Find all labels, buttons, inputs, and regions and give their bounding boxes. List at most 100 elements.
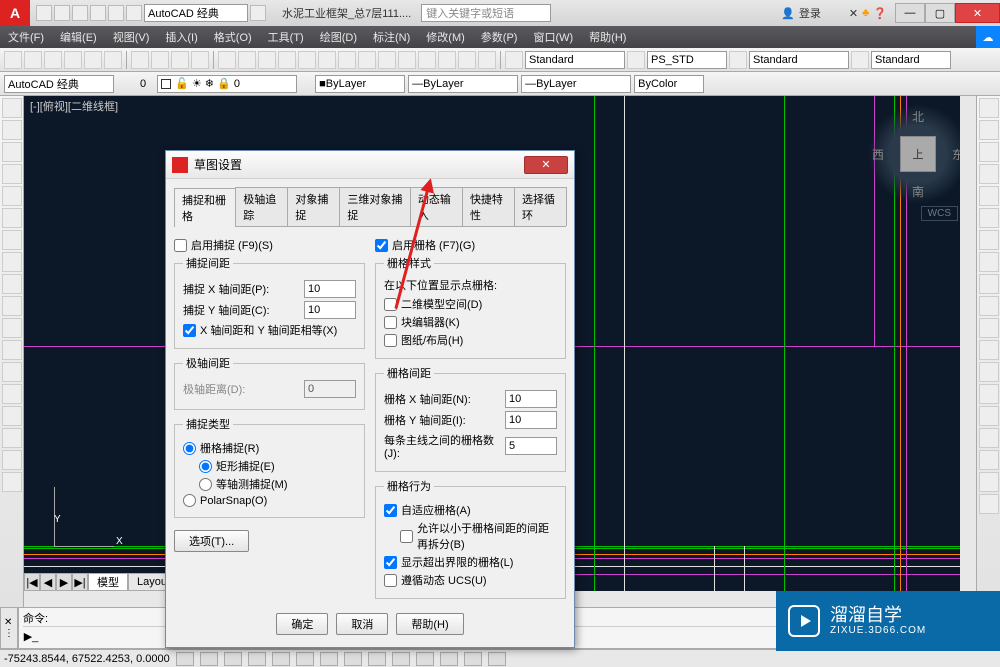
sc-toggle-icon[interactable] <box>464 652 482 666</box>
menu-modify[interactable]: 修改(M) <box>418 29 473 45</box>
extend-icon[interactable] <box>979 252 999 272</box>
compass-north[interactable]: 北 <box>912 108 924 125</box>
menu-dimension[interactable]: 标注(N) <box>365 29 418 45</box>
redo-icon[interactable] <box>108 5 124 21</box>
maximize-button[interactable]: ▢ <box>925 3 955 23</box>
array-icon[interactable] <box>979 208 999 228</box>
tb-icon[interactable] <box>191 51 209 69</box>
wipeout-icon[interactable] <box>2 450 22 470</box>
tb-icon[interactable] <box>258 51 276 69</box>
follow-ucs-checkbox[interactable] <box>384 574 397 587</box>
beyond-limits-checkbox[interactable] <box>384 556 397 569</box>
snap-x-input[interactable] <box>304 280 356 298</box>
move-icon[interactable] <box>979 98 999 118</box>
save-icon[interactable] <box>72 5 88 21</box>
mirror-icon[interactable] <box>979 164 999 184</box>
stretch-icon[interactable] <box>979 274 999 294</box>
tab-first-button[interactable]: |◀ <box>24 573 40 591</box>
compass-west[interactable]: 西 <box>872 146 884 163</box>
cancel-button[interactable]: 取消 <box>336 613 388 635</box>
tb-icon[interactable] <box>238 51 256 69</box>
help-search-input[interactable]: 键入关键字或短语 <box>421 4 551 22</box>
new-icon[interactable] <box>36 5 52 21</box>
grid-major-input[interactable] <box>505 437 557 455</box>
lineweight-dd[interactable]: — ByLayer <box>521 75 631 93</box>
adaptive-grid-checkbox[interactable] <box>384 504 397 517</box>
text-icon[interactable] <box>2 340 22 360</box>
ok-button[interactable]: 确定 <box>276 613 328 635</box>
otrack-toggle-icon[interactable] <box>320 652 338 666</box>
tb-icon[interactable] <box>358 51 376 69</box>
lengthen-icon[interactable] <box>979 472 999 492</box>
cloud-icon[interactable]: ☁ <box>976 26 1000 48</box>
login-area[interactable]: 👤 登录 ✕ ♣ ❓ <box>781 5 895 21</box>
coordinates[interactable]: -75243.8544, 67522.4253, 0.0000 <box>4 653 170 665</box>
plotstyle-dd[interactable]: ByColor <box>634 75 704 93</box>
chamfer-icon[interactable] <box>979 340 999 360</box>
tb-icon[interactable] <box>478 51 496 69</box>
hatch-icon[interactable] <box>2 230 22 250</box>
color-dd[interactable]: ■ ByLayer <box>315 75 405 93</box>
rect-icon[interactable] <box>2 186 22 206</box>
menu-format[interactable]: 格式(O) <box>206 29 260 45</box>
tab-prev-button[interactable]: ◀ <box>40 573 56 591</box>
view-cube[interactable]: 上 北 南 西 东 <box>868 104 968 204</box>
menu-parametric[interactable]: 参数(P) <box>473 29 526 45</box>
circle-icon[interactable] <box>2 142 22 162</box>
qat-more-icon[interactable] <box>250 5 266 21</box>
qp-toggle-icon[interactable] <box>440 652 458 666</box>
point-icon[interactable] <box>2 274 22 294</box>
exchange-icon[interactable]: ✕ <box>849 7 858 20</box>
spline-icon[interactable] <box>2 252 22 272</box>
tb-icon[interactable] <box>438 51 456 69</box>
block-icon[interactable] <box>2 296 22 316</box>
line-icon[interactable] <box>2 98 22 118</box>
polar-toggle-icon[interactable] <box>248 652 266 666</box>
gs-block-checkbox[interactable] <box>384 316 397 329</box>
dim-style-dd[interactable]: PS_STD <box>647 51 727 69</box>
ellipse-icon[interactable] <box>2 208 22 228</box>
grid-snap-radio[interactable] <box>183 442 196 455</box>
tb-icon[interactable] <box>151 51 169 69</box>
tpy-toggle-icon[interactable] <box>416 652 434 666</box>
3dosnap-toggle-icon[interactable] <box>296 652 314 666</box>
menu-file[interactable]: 文件(F) <box>0 29 52 45</box>
pedit-icon[interactable] <box>979 494 999 514</box>
mtext-icon[interactable] <box>2 472 22 492</box>
tb-icon[interactable] <box>458 51 476 69</box>
donut-icon[interactable] <box>2 406 22 426</box>
tb-icon[interactable] <box>131 51 149 69</box>
tab-selection-cycling[interactable]: 选择循环 <box>514 187 567 226</box>
osnap-toggle-icon[interactable] <box>272 652 290 666</box>
table-icon[interactable] <box>2 318 22 338</box>
fillet-icon[interactable] <box>979 318 999 338</box>
tab-quick-props[interactable]: 快捷特性 <box>462 187 515 226</box>
rotate-icon[interactable] <box>979 142 999 162</box>
polar-snap-radio[interactable] <box>183 494 196 507</box>
tb-icon[interactable] <box>218 51 236 69</box>
menu-help[interactable]: 帮助(H) <box>581 29 634 45</box>
snap-y-input[interactable] <box>304 301 356 319</box>
pline-icon[interactable] <box>2 120 22 140</box>
tb-icon[interactable] <box>627 51 645 69</box>
dialog-close-button[interactable]: ✕ <box>524 156 568 174</box>
open-icon[interactable] <box>54 5 70 21</box>
close-button[interactable]: ✕ <box>955 3 1000 23</box>
equal-spacing-checkbox[interactable] <box>183 324 196 337</box>
trim-icon[interactable] <box>979 230 999 250</box>
helix-icon[interactable] <box>2 384 22 404</box>
tab-next-button[interactable]: ▶ <box>56 573 72 591</box>
tab-polar[interactable]: 极轴追踪 <box>235 187 288 226</box>
tab-dynamic-input[interactable]: 动态输入 <box>410 187 463 226</box>
arc-icon[interactable] <box>2 164 22 184</box>
explode-icon[interactable] <box>979 406 999 426</box>
menu-edit[interactable]: 编辑(E) <box>52 29 105 45</box>
grid-toggle-icon[interactable] <box>200 652 218 666</box>
menu-insert[interactable]: 插入(I) <box>157 29 205 45</box>
tb-icon[interactable] <box>505 51 523 69</box>
enable-snap-checkbox[interactable] <box>174 239 187 252</box>
iso-snap-radio[interactable] <box>199 478 212 491</box>
revcloud-icon[interactable] <box>2 428 22 448</box>
workspace-dd2[interactable]: AutoCAD 经典 <box>4 75 114 93</box>
undo-icon[interactable] <box>90 5 106 21</box>
